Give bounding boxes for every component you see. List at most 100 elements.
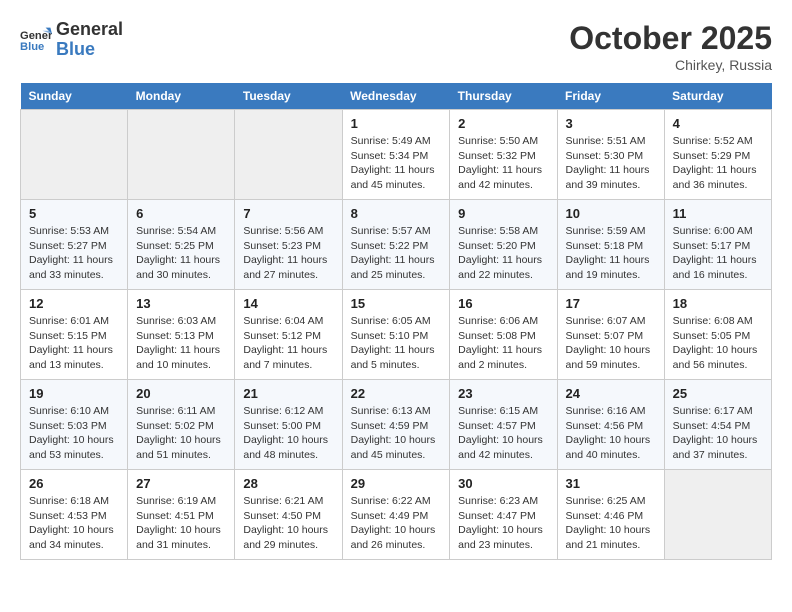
day-info: Sunrise: 5:49 AMSunset: 5:34 PMDaylight:… — [351, 134, 442, 193]
day-number: 23 — [458, 386, 548, 401]
header-cell-tuesday: Tuesday — [235, 83, 342, 110]
day-info: Sunrise: 6:11 AMSunset: 5:02 PMDaylight:… — [136, 404, 226, 463]
day-info: Sunrise: 6:07 AMSunset: 5:07 PMDaylight:… — [566, 314, 656, 373]
day-info: Sunrise: 5:56 AMSunset: 5:23 PMDaylight:… — [243, 224, 333, 283]
day-number: 8 — [351, 206, 442, 221]
calendar-cell: 29Sunrise: 6:22 AMSunset: 4:49 PMDayligh… — [342, 470, 450, 560]
day-info: Sunrise: 6:15 AMSunset: 4:57 PMDaylight:… — [458, 404, 548, 463]
day-info: Sunrise: 6:05 AMSunset: 5:10 PMDaylight:… — [351, 314, 442, 373]
day-info: Sunrise: 6:08 AMSunset: 5:05 PMDaylight:… — [673, 314, 763, 373]
day-info: Sunrise: 6:17 AMSunset: 4:54 PMDaylight:… — [673, 404, 763, 463]
day-number: 15 — [351, 296, 442, 311]
day-number: 5 — [29, 206, 119, 221]
calendar-cell: 25Sunrise: 6:17 AMSunset: 4:54 PMDayligh… — [664, 380, 771, 470]
month-title: October 2025 — [569, 20, 772, 57]
calendar-cell: 20 Sunrise: 6:11 AMSunset: 5:02 PMDayligh… — [128, 380, 235, 470]
header-cell-wednesday: Wednesday — [342, 83, 450, 110]
day-number: 3 — [566, 116, 656, 131]
day-info: Sunrise: 6:19 AMSunset: 4:51 PMDaylight:… — [136, 494, 226, 553]
calendar-cell — [235, 110, 342, 200]
day-number: 1 — [351, 116, 442, 131]
day-info: Sunrise: 6:03 AMSunset: 5:13 PMDaylight:… — [136, 314, 226, 373]
day-number: 4 — [673, 116, 763, 131]
header-cell-monday: Monday — [128, 83, 235, 110]
calendar-header: SundayMondayTuesdayWednesdayThursdayFrid… — [21, 83, 772, 110]
logo-text: General Blue — [56, 20, 123, 60]
day-info: Sunrise: 6:25 AMSunset: 4:46 PMDaylight:… — [566, 494, 656, 553]
header-cell-friday: Friday — [557, 83, 664, 110]
calendar-cell — [21, 110, 128, 200]
calendar-cell: 3Sunrise: 5:51 AMSunset: 5:30 PMDaylight… — [557, 110, 664, 200]
day-info: Sunrise: 5:54 AMSunset: 5:25 PMDaylight:… — [136, 224, 226, 283]
calendar-cell: 6 Sunrise: 5:54 AMSunset: 5:25 PMDaylight… — [128, 200, 235, 290]
day-number: 10 — [566, 206, 656, 221]
day-info: Sunrise: 6:21 AMSunset: 4:50 PMDaylight:… — [243, 494, 333, 553]
page-header: General Blue General Blue October 2025 C… — [20, 20, 772, 73]
location: Chirkey, Russia — [569, 57, 772, 73]
calendar-cell: 11 Sunrise: 6:00 AMSunset: 5:17 PMDayligh… — [664, 200, 771, 290]
day-info: Sunrise: 6:00 AMSunset: 5:17 PMDaylight:… — [673, 224, 763, 283]
day-info: Sunrise: 5:50 AMSunset: 5:32 PMDaylight:… — [458, 134, 548, 193]
logo: General Blue General Blue — [20, 20, 123, 60]
calendar-cell: 14 Sunrise: 6:04 AMSunset: 5:12 PMDayligh… — [235, 290, 342, 380]
day-number: 9 — [458, 206, 548, 221]
day-info: Sunrise: 6:04 AMSunset: 5:12 PMDaylight:… — [243, 314, 333, 373]
day-number: 11 — [673, 206, 763, 221]
day-info: Sunrise: 5:53 AMSunset: 5:27 PMDaylight:… — [29, 224, 119, 283]
day-number: 24 — [566, 386, 656, 401]
calendar-cell: 4 Sunrise: 5:52 AMSunset: 5:29 PMDaylight… — [664, 110, 771, 200]
day-info: Sunrise: 5:52 AMSunset: 5:29 PMDaylight:… — [673, 134, 763, 193]
calendar-cell: 28 Sunrise: 6:21 AMSunset: 4:50 PMDayligh… — [235, 470, 342, 560]
calendar-cell: 1 Sunrise: 5:49 AMSunset: 5:34 PMDaylight… — [342, 110, 450, 200]
day-info: Sunrise: 6:06 AMSunset: 5:08 PMDaylight:… — [458, 314, 548, 373]
calendar-cell: 16 Sunrise: 6:06 AMSunset: 5:08 PMDayligh… — [450, 290, 557, 380]
calendar-week-4: 19 Sunrise: 6:10 AMSunset: 5:03 PMDayligh… — [21, 380, 772, 470]
title-block: October 2025 Chirkey, Russia — [569, 20, 772, 73]
day-info: Sunrise: 6:13 AMSunset: 4:59 PMDaylight:… — [351, 404, 442, 463]
day-info: Sunrise: 5:58 AMSunset: 5:20 PMDaylight:… — [458, 224, 548, 283]
day-number: 31 — [566, 476, 656, 491]
header-cell-saturday: Saturday — [664, 83, 771, 110]
calendar-cell: 27Sunrise: 6:19 AMSunset: 4:51 PMDayligh… — [128, 470, 235, 560]
calendar-cell: 8 Sunrise: 5:57 AMSunset: 5:22 PMDaylight… — [342, 200, 450, 290]
day-number: 6 — [136, 206, 226, 221]
calendar-week-5: 26 Sunrise: 6:18 AMSunset: 4:53 PMDayligh… — [21, 470, 772, 560]
calendar-cell: 13 Sunrise: 6:03 AMSunset: 5:13 PMDayligh… — [128, 290, 235, 380]
calendar-cell: 10Sunrise: 5:59 AMSunset: 5:18 PMDayligh… — [557, 200, 664, 290]
day-number: 13 — [136, 296, 226, 311]
calendar-cell: 26 Sunrise: 6:18 AMSunset: 4:53 PMDayligh… — [21, 470, 128, 560]
calendar-cell: 30Sunrise: 6:23 AMSunset: 4:47 PMDayligh… — [450, 470, 557, 560]
day-number: 7 — [243, 206, 333, 221]
day-number: 2 — [458, 116, 548, 131]
day-number: 26 — [29, 476, 119, 491]
calendar-cell: 18 Sunrise: 6:08 AMSunset: 5:05 PMDayligh… — [664, 290, 771, 380]
svg-text:Blue: Blue — [20, 41, 44, 53]
calendar-cell: 23 Sunrise: 6:15 AMSunset: 4:57 PMDayligh… — [450, 380, 557, 470]
calendar-cell: 15 Sunrise: 6:05 AMSunset: 5:10 PMDayligh… — [342, 290, 450, 380]
day-number: 19 — [29, 386, 119, 401]
day-number: 14 — [243, 296, 333, 311]
calendar-week-1: 1 Sunrise: 5:49 AMSunset: 5:34 PMDaylight… — [21, 110, 772, 200]
calendar-cell: 21Sunrise: 6:12 AMSunset: 5:00 PMDayligh… — [235, 380, 342, 470]
calendar-week-2: 5 Sunrise: 5:53 AMSunset: 5:27 PMDaylight… — [21, 200, 772, 290]
calendar-cell: 12Sunrise: 6:01 AMSunset: 5:15 PMDayligh… — [21, 290, 128, 380]
day-number: 28 — [243, 476, 333, 491]
day-number: 18 — [673, 296, 763, 311]
calendar-cell: 17Sunrise: 6:07 AMSunset: 5:07 PMDayligh… — [557, 290, 664, 380]
day-number: 20 — [136, 386, 226, 401]
day-info: Sunrise: 6:10 AMSunset: 5:03 PMDaylight:… — [29, 404, 119, 463]
calendar-body: 1 Sunrise: 5:49 AMSunset: 5:34 PMDaylight… — [21, 110, 772, 560]
calendar-table: SundayMondayTuesdayWednesdayThursdayFrid… — [20, 83, 772, 560]
calendar-cell: 5 Sunrise: 5:53 AMSunset: 5:27 PMDaylight… — [21, 200, 128, 290]
day-info: Sunrise: 6:01 AMSunset: 5:15 PMDaylight:… — [29, 314, 119, 373]
calendar-cell — [128, 110, 235, 200]
calendar-week-3: 12Sunrise: 6:01 AMSunset: 5:15 PMDayligh… — [21, 290, 772, 380]
day-number: 16 — [458, 296, 548, 311]
day-info: Sunrise: 6:18 AMSunset: 4:53 PMDaylight:… — [29, 494, 119, 553]
day-info: Sunrise: 5:57 AMSunset: 5:22 PMDaylight:… — [351, 224, 442, 283]
day-info: Sunrise: 6:12 AMSunset: 5:00 PMDaylight:… — [243, 404, 333, 463]
header-cell-thursday: Thursday — [450, 83, 557, 110]
calendar-cell: 7 Sunrise: 5:56 AMSunset: 5:23 PMDaylight… — [235, 200, 342, 290]
calendar-cell — [664, 470, 771, 560]
calendar-cell: 31 Sunrise: 6:25 AMSunset: 4:46 PMDayligh… — [557, 470, 664, 560]
